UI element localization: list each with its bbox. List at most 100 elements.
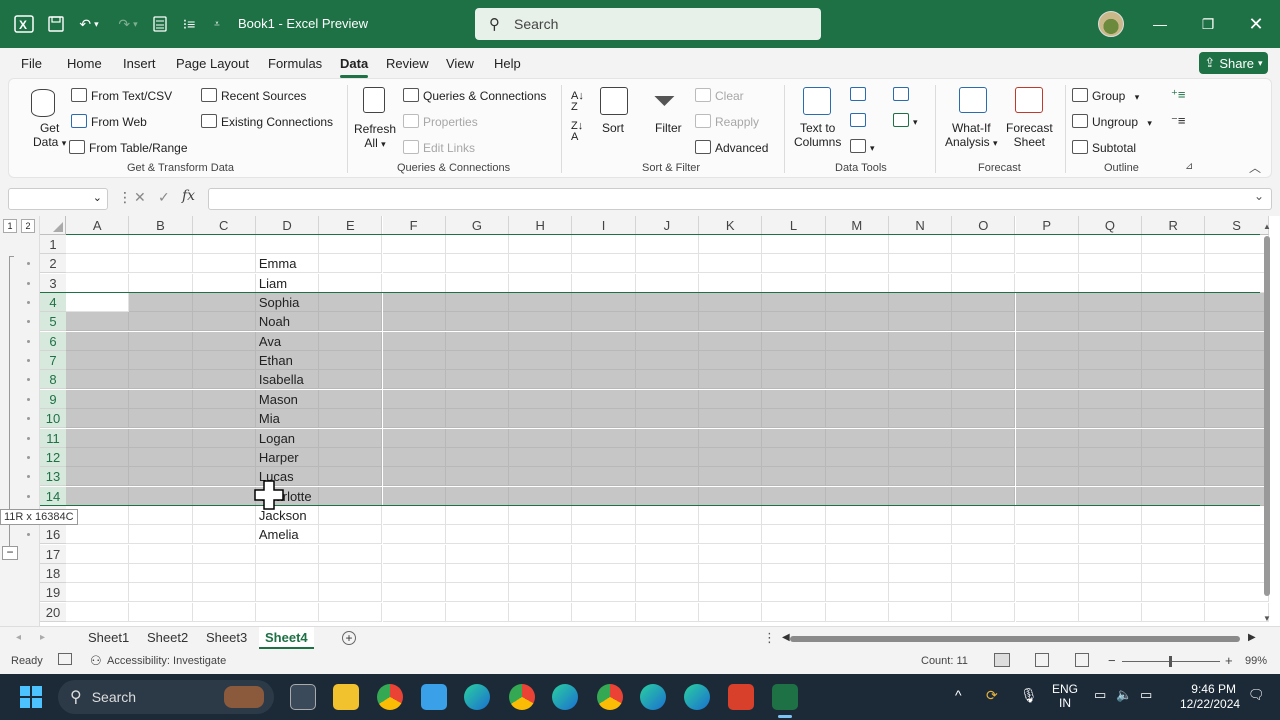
filter-button[interactable]: Filter — [655, 121, 682, 135]
cell-a16[interactable] — [66, 525, 130, 545]
cell-q18[interactable] — [1078, 563, 1143, 583]
cell-p7[interactable] — [1015, 351, 1079, 371]
cell-m17[interactable] — [825, 544, 889, 564]
column-header-b[interactable]: B — [129, 216, 193, 235]
select-all-corner[interactable] — [40, 216, 66, 235]
search-box[interactable]: ⚲ Search — [475, 8, 821, 40]
cell-a7[interactable] — [66, 351, 130, 371]
cell-i4[interactable] — [572, 293, 636, 313]
cell-q2[interactable] — [1078, 254, 1143, 274]
reapply-button[interactable]: Reapply — [695, 114, 759, 129]
cell-b5[interactable] — [129, 312, 193, 332]
cell-f8[interactable] — [382, 370, 446, 390]
cell-f6[interactable] — [382, 331, 446, 351]
show-hidden-icons-icon[interactable]: ^ — [955, 687, 962, 703]
column-header-g[interactable]: G — [445, 216, 510, 235]
cell-f7[interactable] — [382, 351, 446, 371]
cell-l20[interactable] — [762, 602, 826, 622]
cell-p10[interactable] — [1015, 409, 1079, 429]
subtotal-button[interactable]: Subtotal — [1072, 140, 1136, 155]
cell-r19[interactable] — [1142, 583, 1206, 603]
cell-e12[interactable] — [319, 447, 383, 467]
cell-b15[interactable] — [129, 505, 193, 525]
cell-c5[interactable] — [192, 312, 256, 332]
consolidate-button[interactable] — [893, 87, 913, 102]
volume-icon[interactable]: 🔈 — [1116, 687, 1132, 703]
normal-view-icon[interactable] — [994, 653, 1010, 667]
cell-b11[interactable] — [129, 428, 193, 448]
cancel-icon[interactable]: ✕ — [134, 189, 146, 206]
cell-m10[interactable] — [825, 409, 889, 429]
cell-f2[interactable] — [382, 254, 446, 274]
cell-i13[interactable] — [572, 467, 636, 487]
cell-a20[interactable] — [66, 602, 130, 622]
cell-q17[interactable] — [1078, 544, 1143, 564]
sheet-tab-2[interactable]: Sheet2 — [147, 630, 188, 645]
cell-f10[interactable] — [382, 409, 446, 429]
cell-l17[interactable] — [762, 544, 826, 564]
chrome-profile-2-icon[interactable] — [597, 684, 623, 710]
cell-h5[interactable] — [509, 312, 573, 332]
cell-p2[interactable] — [1015, 254, 1079, 274]
cell-o1[interactable] — [952, 235, 1016, 254]
remove-duplicates-button[interactable] — [850, 113, 870, 128]
cell-i11[interactable] — [572, 428, 636, 448]
column-header-m[interactable]: M — [825, 216, 889, 235]
column-header-a[interactable]: A — [66, 216, 130, 235]
cell-q13[interactable] — [1078, 467, 1143, 487]
cell-c6[interactable] — [192, 331, 256, 351]
cell-h20[interactable] — [509, 602, 573, 622]
sheet-tab-1[interactable]: Sheet1 — [88, 630, 129, 645]
sort-button[interactable]: Sort — [602, 121, 624, 135]
cell-b13[interactable] — [129, 467, 193, 487]
cell-l3[interactable] — [762, 273, 826, 293]
cell-q5[interactable] — [1078, 312, 1143, 332]
cell-h11[interactable] — [509, 428, 573, 448]
cell-f15[interactable] — [382, 505, 446, 525]
cell-n19[interactable] — [888, 583, 953, 603]
edge-profile-icon[interactable] — [552, 684, 578, 710]
cell-i17[interactable] — [572, 544, 636, 564]
scroll-left-icon[interactable]: ◀ — [782, 632, 790, 643]
cell-q12[interactable] — [1078, 447, 1143, 467]
cell-h18[interactable] — [509, 563, 573, 583]
cell-a8[interactable] — [66, 370, 130, 390]
cell-m19[interactable] — [825, 583, 889, 603]
enter-icon[interactable]: ✓ — [158, 189, 170, 206]
cell-f12[interactable] — [382, 447, 446, 467]
cell-p3[interactable] — [1015, 273, 1079, 293]
cell-s7[interactable] — [1205, 351, 1269, 371]
cell-r12[interactable] — [1142, 447, 1206, 467]
outline-level-1-button[interactable]: 1 — [3, 219, 17, 233]
cell-e3[interactable] — [319, 273, 383, 293]
edge-icon[interactable] — [464, 684, 490, 710]
file-explorer-icon[interactable] — [333, 684, 359, 710]
cell-o8[interactable] — [952, 370, 1016, 390]
cell-n9[interactable] — [888, 389, 953, 409]
cell-b8[interactable] — [129, 370, 193, 390]
zoom-out-button[interactable]: − — [1108, 653, 1116, 668]
scroll-right-icon[interactable]: ▶ — [1248, 632, 1256, 643]
cell-n2[interactable] — [888, 254, 953, 274]
cell-f13[interactable] — [382, 467, 446, 487]
cell-f5[interactable] — [382, 312, 446, 332]
column-header-p[interactable]: P — [1015, 216, 1079, 235]
row-header-6[interactable]: 6 — [40, 331, 66, 351]
cell-l9[interactable] — [762, 389, 826, 409]
cell-h3[interactable] — [509, 273, 573, 293]
cell-q8[interactable] — [1078, 370, 1143, 390]
cell-i5[interactable] — [572, 312, 636, 332]
column-header-k[interactable]: K — [699, 216, 763, 235]
cell-i2[interactable] — [572, 254, 636, 274]
customize-toolbar-icon[interactable]: ⩡ — [210, 0, 224, 48]
tab-view[interactable]: View — [446, 56, 474, 71]
cell-r11[interactable] — [1142, 428, 1206, 448]
cell-l11[interactable] — [762, 428, 826, 448]
cell-h4[interactable] — [509, 293, 573, 313]
cell-r20[interactable] — [1142, 602, 1206, 622]
ungroup-button[interactable]: Ungroup ▾ — [1072, 114, 1152, 129]
cell-i8[interactable] — [572, 370, 636, 390]
cell-c16[interactable] — [192, 525, 256, 545]
cell-g10[interactable] — [445, 409, 510, 429]
cell-c9[interactable] — [192, 389, 256, 409]
